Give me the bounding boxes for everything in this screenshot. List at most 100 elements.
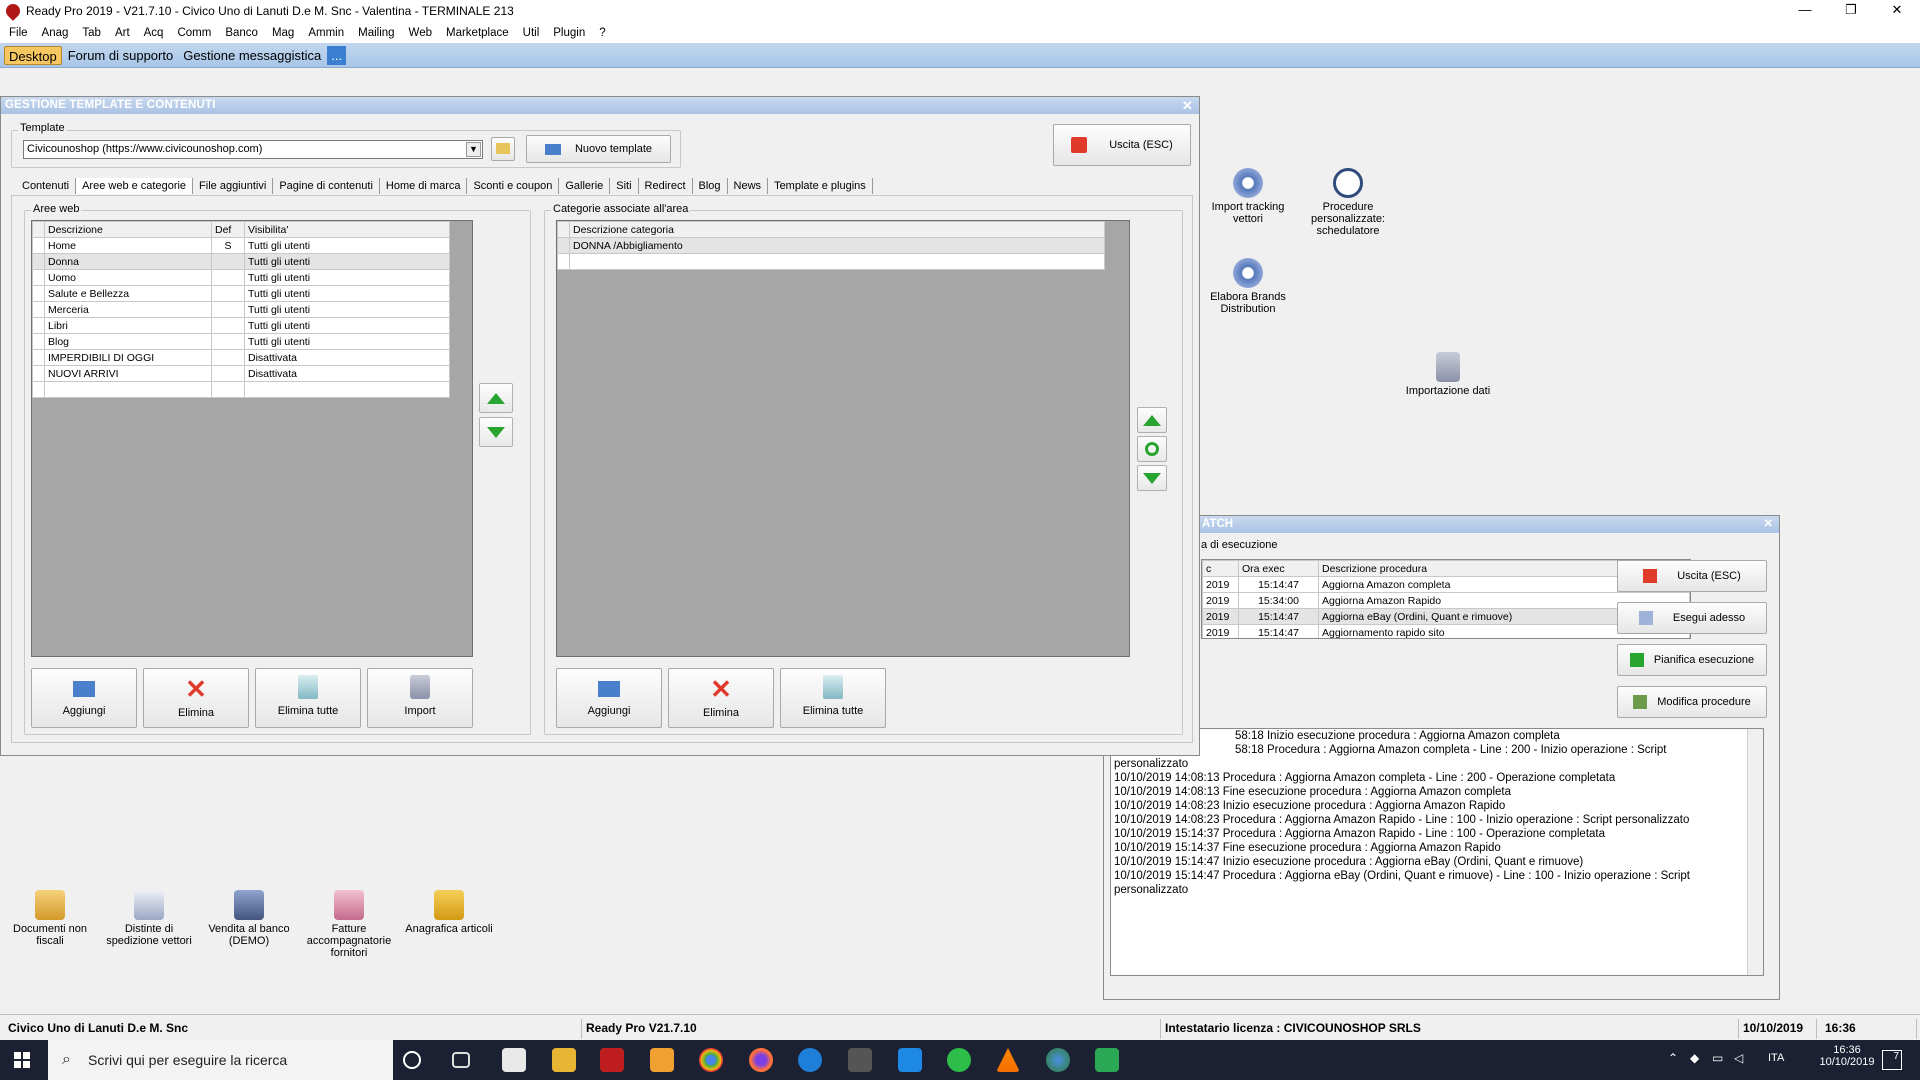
new-template-button[interactable]: Nuovo template	[526, 135, 671, 163]
media-icon[interactable]	[650, 1048, 674, 1072]
vlc-icon[interactable]	[996, 1048, 1020, 1072]
areas-table[interactable]: Descrizione Def Visibilita' Home S Tutti gli…	[31, 220, 473, 657]
log-scrollbar[interactable]	[1747, 729, 1763, 975]
file-explorer-icon[interactable]	[552, 1048, 576, 1072]
table-row[interactable]: Libri Tutti gli utenti	[32, 317, 450, 334]
tab-more[interactable]: ...	[327, 45, 347, 65]
clock[interactable]: 16:36 10/10/2019	[1818, 1044, 1876, 1068]
chevron-down-icon[interactable]: ▼	[466, 142, 481, 157]
tab-blog[interactable]: Blog	[693, 178, 728, 194]
menu-plugin[interactable]: Plugin	[546, 27, 592, 39]
restore-button[interactable]: ❐	[1828, 0, 1874, 22]
menu-help[interactable]: ?	[592, 27, 612, 39]
categories-table[interactable]: Descrizione categoria DONNA /Abbigliamen…	[556, 220, 1130, 657]
whatsapp-icon[interactable]	[947, 1048, 971, 1072]
desktop-icon-documenti[interactable]: Documenti non fiscali	[0, 890, 100, 947]
import-button[interactable]: Import	[367, 668, 473, 728]
desktop-icon-fatture[interactable]: Fatture accompagnatorie fornitori	[299, 890, 399, 959]
menu-tab[interactable]: Tab	[75, 27, 108, 39]
col-header[interactable]: c	[1202, 560, 1239, 577]
execution-log[interactable]: 58:18 Inizio esecuzione procedura : Aggi…	[1110, 728, 1764, 976]
tab-gallerie[interactable]: Gallerie	[559, 178, 611, 194]
close-window-button[interactable]: ✕	[1874, 0, 1920, 22]
table-row[interactable]: Donna Tutti gli utenti	[32, 253, 450, 270]
table-row[interactable]: Home S Tutti gli utenti	[32, 237, 450, 254]
desktop-icon-elabora[interactable]: Elabora Brands Distribution	[1198, 258, 1298, 315]
outlook-icon[interactable]	[898, 1048, 922, 1072]
firefox-icon[interactable]	[749, 1048, 773, 1072]
notification-icon[interactable]: 7	[1882, 1050, 1902, 1070]
batch-exit-button[interactable]: Uscita (ESC)	[1617, 560, 1767, 592]
tab-template-plugins[interactable]: Template e plugins	[768, 178, 873, 194]
language-indicator[interactable]: ITA	[1768, 1052, 1784, 1064]
filezilla-icon[interactable]	[600, 1048, 624, 1072]
tab-news[interactable]: News	[728, 178, 769, 194]
menu-util[interactable]: Util	[516, 27, 547, 39]
menu-ammin[interactable]: Ammin	[301, 27, 351, 39]
tab-sconti[interactable]: Sconti e coupon	[467, 178, 560, 194]
delete-area-button[interactable]: ✕ Elimina	[143, 668, 249, 728]
cat-refresh-button[interactable]	[1137, 436, 1167, 462]
tab-siti[interactable]: Siti	[610, 178, 639, 194]
tab-messaggistica[interactable]: Gestione messaggistica	[179, 46, 325, 65]
menu-mag[interactable]: Mag	[265, 27, 301, 39]
minimize-button[interactable]: —	[1782, 0, 1828, 22]
desktop-icon-anagrafica[interactable]: Anagrafica articoli	[399, 890, 499, 935]
tab-file-aggiuntivi[interactable]: File aggiuntivi	[193, 178, 274, 194]
taskbar-search[interactable]: ⌕ Scrivi qui per eseguire la ricerca	[48, 1040, 393, 1080]
desktop-icon-vendita[interactable]: Vendita al banco (DEMO)	[199, 890, 299, 947]
sync-icon[interactable]	[1095, 1048, 1119, 1072]
chrome-icon[interactable]	[699, 1048, 723, 1072]
store-icon[interactable]	[502, 1048, 526, 1072]
template-select[interactable]: Civicounoshop (https://www.civicounoshop…	[23, 140, 483, 159]
delete-all-areas-button[interactable]: Elimina tutte	[255, 668, 361, 728]
menu-banco[interactable]: Banco	[218, 27, 265, 39]
schedule-button[interactable]: Pianifica esecuzione	[1617, 644, 1767, 676]
exit-button[interactable]: Uscita (ESC)	[1053, 124, 1191, 166]
tab-aree-web[interactable]: Aree web e categorie	[76, 178, 194, 194]
col-header[interactable]: Descrizione categoria	[569, 221, 1105, 238]
menu-web[interactable]: Web	[402, 27, 439, 39]
table-row[interactable]: Salute e Bellezza Tutti gli utenti	[32, 285, 450, 302]
tray-chevron-icon[interactable]: ⌃	[1668, 1051, 1678, 1065]
edit-procedures-button[interactable]: Modifica procedure	[1617, 686, 1767, 718]
col-header[interactable]: Descrizione	[44, 221, 212, 238]
network-icon[interactable]: ▭	[1712, 1051, 1723, 1065]
cortana-icon[interactable]	[403, 1051, 421, 1069]
dialog-close-button[interactable]: ✕	[1182, 97, 1193, 114]
table-row[interactable]: IMPERDIBILI DI OGGI Disattivata	[32, 349, 450, 366]
run-now-button[interactable]: Esegui adesso	[1617, 602, 1767, 634]
open-folder-button[interactable]	[491, 137, 515, 161]
table-row[interactable]: NUOVI ARRIVI Disattivata	[32, 365, 450, 382]
cat-move-down-button[interactable]	[1137, 465, 1167, 491]
delete-all-categories-button[interactable]: Elimina tutte	[780, 668, 886, 728]
delete-category-button[interactable]: ✕ Elimina	[668, 668, 774, 728]
edge-icon[interactable]	[798, 1048, 822, 1072]
col-header[interactable]: Ora exec	[1238, 560, 1319, 577]
menu-acq[interactable]: Acq	[137, 27, 171, 39]
table-row[interactable]: DONNA /Abbigliamento	[557, 237, 1105, 254]
tab-contenuti[interactable]: Contenuti	[16, 178, 77, 194]
volume-icon[interactable]: ◁	[1734, 1051, 1743, 1065]
tab-pagine[interactable]: Pagine di contenuti	[273, 178, 380, 194]
table-row[interactable]: Blog Tutti gli utenti	[32, 333, 450, 350]
move-up-button[interactable]	[479, 383, 513, 413]
table-row[interactable]	[32, 381, 450, 398]
app-icon[interactable]	[848, 1048, 872, 1072]
menu-file[interactable]: File	[2, 27, 35, 39]
windows-start-icon[interactable]	[14, 1052, 30, 1068]
readypro-icon[interactable]	[1046, 1048, 1070, 1072]
tab-forum[interactable]: Forum di supporto	[64, 46, 178, 65]
add-category-button[interactable]: Aggiungi	[556, 668, 662, 728]
menu-anag[interactable]: Anag	[35, 27, 76, 39]
table-row[interactable]: Merceria Tutti gli utenti	[32, 301, 450, 318]
task-view-icon[interactable]	[452, 1052, 470, 1068]
tab-redirect[interactable]: Redirect	[639, 178, 693, 194]
tab-desktop[interactable]: Desktop	[4, 45, 62, 65]
desktop-icon-importazione[interactable]: Importazione dati	[1398, 352, 1498, 397]
desktop-icon-procedure[interactable]: Procedure personalizzate: schedulatore	[1298, 168, 1398, 237]
dropbox-icon[interactable]: ◆	[1690, 1051, 1699, 1065]
batch-close-button[interactable]: ✕	[1763, 516, 1773, 533]
desktop-icon-distinte[interactable]: Distinte di spedizione vettori	[99, 890, 199, 947]
menu-mailing[interactable]: Mailing	[351, 27, 401, 39]
